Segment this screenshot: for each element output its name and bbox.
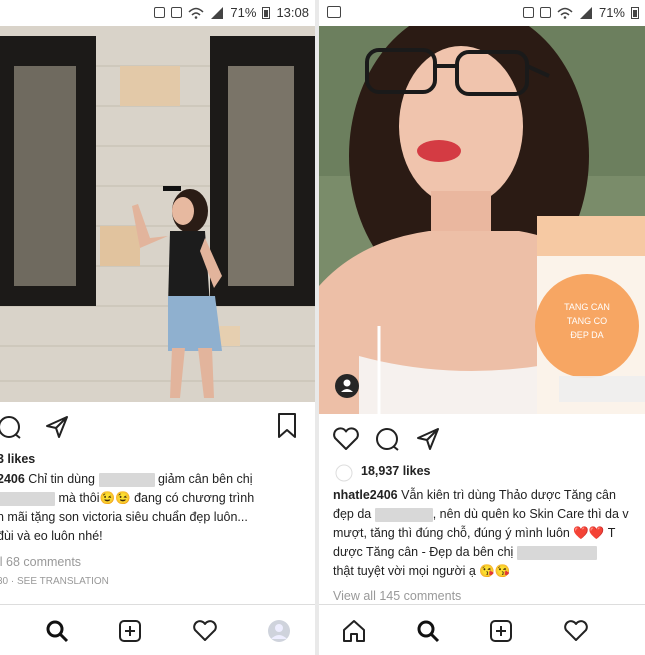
activity-heart-icon[interactable]: [563, 619, 589, 643]
caption-text: đẹp da: [333, 507, 372, 521]
activity-heart-icon[interactable]: [192, 619, 218, 643]
wifi-icon: [188, 7, 204, 19]
blurred-text: [98, 472, 155, 487]
search-icon[interactable]: [416, 619, 440, 643]
comment-icon[interactable]: [0, 414, 22, 440]
post-time: 30: [0, 576, 9, 587]
new-post-icon[interactable]: [118, 619, 142, 643]
blurred-text: [0, 491, 55, 506]
caption-text: Vẫn kiên trì dùng Thảo dược Tăng cân: [401, 488, 616, 502]
search-icon[interactable]: [45, 619, 69, 643]
notification-icon: [154, 7, 166, 18]
signal-icon: [579, 6, 592, 19]
comment-icon[interactable]: [374, 426, 400, 452]
view-comments-link[interactable]: ll 68 comments: [0, 553, 81, 572]
signal-icon: [211, 6, 224, 19]
caption-username[interactable]: 2406: [0, 472, 25, 486]
clock: 13:08: [276, 5, 309, 20]
post-photo[interactable]: TANG CAN TANG CO ĐẸP DA: [319, 26, 645, 414]
post-meta: 30 · SEE TRANSLATION: [0, 572, 109, 591]
caption-text: , nên dù quên ko Skin Care thì da v: [432, 507, 629, 521]
bookmark-icon[interactable]: [276, 412, 298, 440]
see-translation-link[interactable]: SEE TRANSLATION: [17, 576, 109, 587]
caption-line-4: dược Tăng cân - Đẹp da bên chị: [333, 543, 597, 562]
likes-count[interactable]: 18,937 likes: [361, 462, 431, 481]
battery-icon: [262, 7, 271, 19]
battery-icon: [631, 7, 639, 19]
post-actions: [319, 420, 645, 456]
like-heart-icon[interactable]: [332, 426, 360, 452]
status-bar: 71%: [319, 0, 645, 26]
caption-line-2: mà thôi😉😉 đang có chương trình: [0, 489, 254, 508]
share-icon[interactable]: [415, 426, 441, 452]
battery-percent: 71%: [230, 5, 257, 20]
caption-text: giảm cân bên chị: [157, 472, 253, 486]
caption-text: Chỉ tin dùng: [28, 472, 96, 486]
image-notification-icon: [327, 6, 341, 18]
new-post-icon[interactable]: [489, 619, 513, 643]
product-text: ĐẸP DA: [570, 330, 603, 340]
caption-line-1: 2406 Chỉ tin dùng giảm cân bên chị: [0, 470, 253, 489]
caption-line-1: nhatle2406 Vẫn kiên trì dùng Thảo dược T…: [333, 486, 616, 505]
caption-line-4: đùi và eo luôn nhé!: [0, 529, 103, 543]
left-screen: 71% 13:08 3 likes 2406 Chỉ tin dùng giảm…: [0, 0, 315, 655]
mute-icon: [539, 7, 551, 18]
caption-text: mà thôi😉😉 đang có chương trình: [58, 491, 255, 505]
likes-count[interactable]: 3 likes: [0, 450, 35, 469]
blurred-text: [374, 507, 433, 522]
liker-avatar[interactable]: [335, 464, 353, 482]
caption-line-2: đẹp da , nên dù quên ko Skin Care thì da…: [333, 505, 629, 524]
blurred-text: [516, 545, 597, 560]
caption-line-3: mượt, tăng thì đúng chỗ, đúng ý mình luô…: [333, 526, 616, 540]
bottom-nav: [0, 604, 315, 655]
caption-line-5: thật tuyệt vời mọi người ạ 😘😘: [333, 564, 511, 578]
product-text: TANG CAN: [564, 302, 610, 312]
mute-icon: [171, 7, 183, 18]
post-actions: [0, 408, 315, 444]
caption-text: dược Tăng cân - Đẹp da bên chị: [333, 545, 514, 559]
battery-percent: 71%: [598, 5, 625, 20]
wifi-icon: [557, 7, 573, 19]
product-text: TANG CO: [567, 316, 607, 326]
tagged-user-icon[interactable]: [334, 373, 360, 399]
profile-avatar-icon[interactable]: [267, 619, 291, 643]
status-bar: 71% 13:08: [0, 0, 315, 26]
share-icon[interactable]: [44, 414, 70, 440]
caption-username[interactable]: nhatle2406: [333, 488, 398, 502]
post-photo[interactable]: [0, 26, 315, 402]
right-screen: 71% TANG CAN TANG CO ĐẸP DA 18,937 likes…: [319, 0, 645, 655]
home-icon[interactable]: [341, 619, 367, 643]
caption-line-3: n mãi tặng son victoria siêu chuẩn đẹp l…: [0, 510, 248, 524]
notification-icon: [522, 7, 534, 18]
bottom-nav: [319, 604, 645, 655]
